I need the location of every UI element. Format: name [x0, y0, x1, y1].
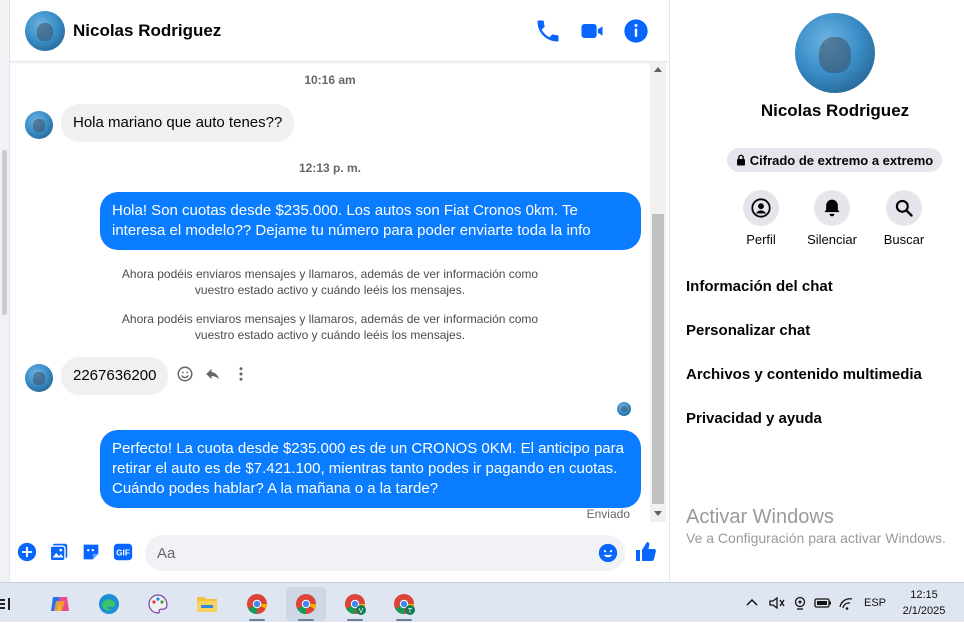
- windows-taskbar: V T ESP 12:15 2/1/2025: [0, 582, 964, 622]
- photo-icon[interactable]: [48, 541, 70, 563]
- message-status: Enviado: [586, 507, 630, 521]
- message-input[interactable]: [157, 535, 577, 571]
- profile-badge-t: T: [408, 608, 413, 615]
- chrome-app-1[interactable]: [237, 587, 277, 621]
- system-notice: Ahora podéis enviaros mensajes y llamaro…: [121, 267, 539, 297]
- scroll-down-arrow[interactable]: [654, 511, 662, 516]
- chrome-icon: [296, 594, 317, 615]
- wifi-icon[interactable]: [838, 595, 856, 611]
- system-clock[interactable]: 12:15 2/1/2025: [894, 587, 954, 619]
- search-icon: [895, 199, 913, 217]
- activate-windows-subtitle: Ve a Configuración para activar Windows.: [686, 530, 946, 546]
- system-tray: ESP: [744, 583, 886, 623]
- copilot-icon: [51, 597, 69, 611]
- running-indicator: [396, 619, 412, 621]
- chrome-icon: [247, 594, 268, 615]
- profile-badge-v: V: [359, 608, 364, 615]
- chat-scrollbar[interactable]: [650, 62, 666, 522]
- message-composer: GIF: [10, 530, 668, 576]
- scroll-thumb[interactable]: [652, 214, 664, 504]
- phone-icon[interactable]: [534, 17, 562, 45]
- lock-icon: [736, 154, 745, 166]
- menu-customize-chat[interactable]: Personalizar chat: [686, 322, 810, 339]
- info-icon[interactable]: [622, 17, 650, 45]
- battery-icon[interactable]: [814, 595, 832, 611]
- menu-privacy-help[interactable]: Privacidad y ayuda: [686, 410, 822, 427]
- sticker-icon[interactable]: [80, 541, 102, 563]
- paint-app[interactable]: [138, 587, 178, 621]
- edge-browser-icon: [99, 594, 119, 614]
- encryption-label: Cifrado de extremo a extremo: [749, 152, 934, 168]
- clock-time: 12:15: [910, 589, 938, 601]
- running-indicator: [249, 619, 265, 621]
- left-edge-scrollbar[interactable]: [0, 0, 10, 582]
- sender-avatar[interactable]: [25, 364, 53, 392]
- search-button-label: Buscar: [883, 232, 925, 247]
- profile-icon: [751, 198, 771, 218]
- task-view-button[interactable]: [0, 587, 20, 621]
- incoming-message[interactable]: 2267636200: [61, 357, 169, 395]
- mute-button[interactable]: Silenciar: [797, 190, 867, 247]
- timestamp: 12:13 p. m.: [298, 161, 362, 175]
- clock-date: 2/1/2025: [902, 605, 946, 617]
- chrome-app-4[interactable]: T: [384, 587, 424, 621]
- file-explorer-app[interactable]: [187, 587, 227, 621]
- svg-text:GIF: GIF: [116, 549, 130, 558]
- timestamp: 10:16 am: [304, 73, 356, 87]
- language-indicator[interactable]: ESP: [864, 597, 886, 609]
- contact-name[interactable]: Nicolas Rodriguez: [73, 21, 221, 41]
- folder-icon: [197, 597, 217, 612]
- profile-button[interactable]: Perfil: [726, 190, 796, 247]
- message-list[interactable]: 10:16 am Hola mariano que auto tenes?? 1…: [10, 62, 650, 522]
- react-emoji-icon[interactable]: [175, 364, 195, 384]
- message-input-wrapper[interactable]: [145, 535, 625, 571]
- chat-column: Nicolas Rodriguez 10:16 am Hola mariano …: [10, 0, 668, 582]
- chrome-app-3[interactable]: V: [335, 587, 375, 621]
- contact-avatar[interactable]: [25, 11, 65, 51]
- palette-icon: [148, 594, 168, 614]
- mute-button-label: Silenciar: [807, 232, 857, 247]
- chrome-app-2[interactable]: [286, 587, 326, 621]
- profile-button-label: Perfil: [746, 232, 776, 247]
- profile-name: Nicolas Rodriguez: [760, 101, 910, 120]
- system-notice: Ahora podéis enviaros mensajes y llamaro…: [121, 312, 539, 342]
- copilot-app[interactable]: [40, 587, 80, 621]
- incoming-message[interactable]: Hola mariano que auto tenes??: [61, 104, 295, 142]
- chat-header: Nicolas Rodriguez: [10, 0, 668, 62]
- task-view-icon: [0, 598, 10, 610]
- encryption-badge[interactable]: Cifrado de extremo a extremo: [727, 148, 942, 172]
- like-icon[interactable]: [634, 540, 658, 564]
- video-call-icon[interactable]: [578, 17, 606, 45]
- edge-scroll-thumb[interactable]: [2, 150, 7, 315]
- sender-avatar[interactable]: [25, 111, 53, 139]
- more-options-icon[interactable]: [231, 364, 251, 384]
- reply-icon[interactable]: [203, 364, 223, 384]
- seen-receipt-avatar: [617, 402, 631, 416]
- menu-media-files[interactable]: Archivos y contenido multimedia: [686, 366, 922, 383]
- menu-chat-info[interactable]: Información del chat: [686, 278, 833, 295]
- chevron-up-icon[interactable]: [744, 595, 760, 611]
- emoji-icon[interactable]: [597, 542, 619, 564]
- outgoing-message[interactable]: Perfecto! La cuota desde $235.000 es de …: [100, 430, 641, 508]
- scroll-up-arrow[interactable]: [654, 67, 662, 72]
- running-indicator: [298, 619, 314, 621]
- running-indicator: [347, 619, 363, 621]
- chrome-icon: T: [394, 594, 415, 615]
- edge-app[interactable]: [89, 587, 129, 621]
- add-icon[interactable]: [16, 541, 38, 563]
- activate-windows-title: Activar Windows: [686, 506, 834, 528]
- chat-info-panel: Nicolas Rodriguez Cifrado de extremo a e…: [669, 0, 964, 582]
- outgoing-message[interactable]: Hola! Son cuotas desde $235.000. Los aut…: [100, 192, 641, 250]
- chrome-icon: V: [345, 594, 366, 615]
- bell-icon: [824, 199, 840, 217]
- profile-avatar[interactable]: [795, 13, 875, 93]
- messenger-window: Nicolas Rodriguez 10:16 am Hola mariano …: [0, 0, 964, 582]
- webcam-icon[interactable]: [792, 595, 808, 611]
- search-button[interactable]: Buscar: [869, 190, 939, 247]
- gif-icon[interactable]: GIF: [112, 541, 134, 563]
- volume-muted-icon[interactable]: [768, 595, 786, 611]
